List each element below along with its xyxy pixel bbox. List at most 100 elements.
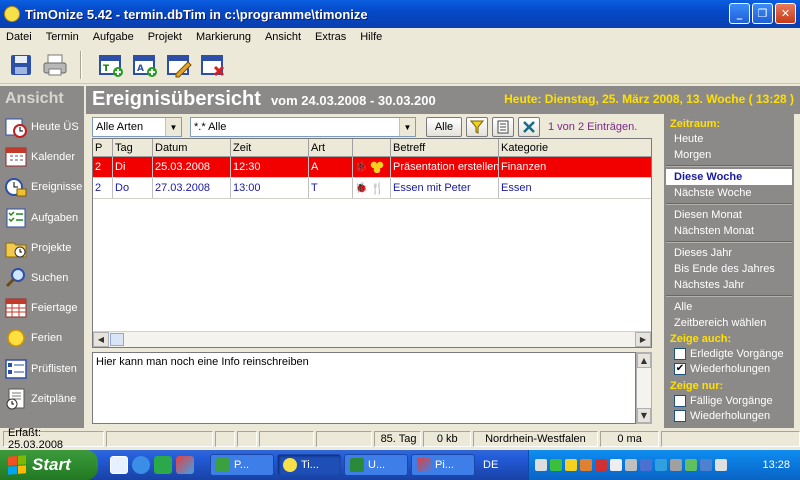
excel-icon[interactable]	[518, 117, 540, 137]
menu-hilfe[interactable]: Hilfe	[360, 31, 382, 43]
column-header-zeit[interactable]: Zeit	[231, 139, 309, 156]
tray-app-icon[interactable]	[640, 459, 652, 471]
save-icon[interactable]	[6, 50, 36, 80]
sidebar-item-kalender[interactable]: Kalender	[0, 142, 84, 172]
period-until-year-end[interactable]: Bis Ende des Jahres	[664, 261, 794, 277]
shield-icon[interactable]	[565, 459, 577, 471]
column-header-datum[interactable]: Datum	[153, 139, 231, 156]
menu-projekt[interactable]: Projekt	[148, 31, 182, 43]
print-icon[interactable]	[40, 50, 70, 80]
column-header-betreff[interactable]: Betreff	[391, 139, 499, 156]
info-textarea[interactable]: Hier kann man noch eine Info reinschreib…	[92, 352, 636, 424]
period-next-week[interactable]: Nächste Woche	[664, 185, 794, 201]
category-select[interactable]: *.* Alle ▼	[190, 117, 416, 137]
column-header-kategorie[interactable]: Kategorie	[499, 139, 651, 156]
delete-icon[interactable]	[198, 50, 228, 80]
period-choose-range[interactable]: Zeitbereich wählen	[664, 315, 794, 331]
menu-aufgabe[interactable]: Aufgabe	[93, 31, 134, 43]
close-button[interactable]: ✕	[775, 3, 796, 24]
timonize-icon[interactable]	[154, 456, 172, 474]
checkbox-checked[interactable]: ✔	[674, 362, 686, 375]
all-button[interactable]: Alle	[426, 117, 462, 137]
period-this-month[interactable]: Diesen Monat	[664, 207, 794, 223]
new-task-icon[interactable]: A	[130, 50, 160, 80]
chevron-down-icon[interactable]: ▼	[165, 118, 181, 136]
show-only-recurrences-checkbox[interactable]: Wiederholungen	[664, 408, 794, 423]
tray-app-icon[interactable]	[670, 459, 682, 471]
tray-app-icon[interactable]	[595, 459, 607, 471]
sidebar-item-aufgaben[interactable]: Aufgaben	[0, 203, 84, 233]
column-header-p[interactable]: P	[93, 139, 113, 156]
sidebar-item-ereignisse[interactable]: Ereignisse	[0, 172, 84, 202]
start-button[interactable]: Start	[0, 450, 98, 480]
scroll-left-icon[interactable]: ◀	[93, 332, 109, 347]
sidebar-item-feiertage[interactable]: Feiertage	[0, 293, 84, 323]
sidebar-item-zeitplaene[interactable]: Zeitpläne	[0, 384, 84, 414]
tray-app-icon[interactable]	[715, 459, 727, 471]
menu-extras[interactable]: Extras	[315, 31, 346, 43]
window-title: TimOnize 5.42 - termin.dbTim in c:\progr…	[25, 6, 368, 22]
tray-app-icon[interactable]	[625, 459, 637, 471]
tray-app-icon[interactable]	[700, 459, 712, 471]
period-next-month[interactable]: Nächsten Monat	[664, 223, 794, 239]
period-this-week[interactable]: Diese Woche	[666, 169, 792, 185]
sidebar-item-suchen[interactable]: Suchen	[0, 263, 84, 293]
scroll-up-icon[interactable]: ▲	[637, 353, 651, 368]
show-completed-checkbox[interactable]: Erledigte Vorgänge	[664, 346, 794, 361]
vertical-scrollbar[interactable]: ▲ ▼	[636, 352, 652, 424]
checkbox[interactable]	[674, 347, 686, 360]
volume-icon[interactable]	[610, 459, 622, 471]
quicklaunch-icon[interactable]	[110, 456, 128, 474]
period-tomorrow[interactable]: Morgen	[664, 147, 794, 163]
column-header-tag[interactable]: Tag	[113, 139, 153, 156]
cell-datum: 25.03.2008	[153, 157, 231, 177]
network-icon[interactable]	[535, 459, 547, 471]
period-all[interactable]: Alle	[664, 299, 794, 315]
menu-datei[interactable]: Datei	[6, 31, 32, 43]
edit-icon[interactable]	[164, 50, 194, 80]
scroll-down-icon[interactable]: ▼	[637, 408, 651, 423]
show-due-checkbox[interactable]: Fällige Vorgänge	[664, 393, 794, 408]
cell-kategorie: Essen	[501, 182, 532, 194]
sidebar-item-projekte[interactable]: Projekte	[0, 233, 84, 263]
clock[interactable]: 13:28	[762, 459, 790, 471]
column-header-art[interactable]: Art	[309, 139, 353, 156]
language-indicator[interactable]: DE	[483, 459, 509, 471]
period-next-year[interactable]: Nächstes Jahr	[664, 277, 794, 293]
tray-app-icon[interactable]	[685, 459, 697, 471]
checkbox[interactable]	[674, 409, 686, 422]
menu-markierung[interactable]: Markierung	[196, 31, 251, 43]
list-icon[interactable]	[492, 117, 514, 137]
task-button[interactable]: Pi...	[411, 454, 475, 476]
menu-termin[interactable]: Termin	[46, 31, 79, 43]
sidebar-item-pruflisten[interactable]: Prüflisten	[0, 354, 84, 384]
new-appointment-icon[interactable]: T	[96, 50, 126, 80]
tray-app-icon[interactable]	[655, 459, 667, 471]
table-row[interactable]: 2 Do 27.03.2008 13:00 T 🐞 🍴 Essen mit Pe…	[93, 178, 651, 199]
filter-icon[interactable]	[466, 117, 488, 137]
table-row[interactable]: 2 Di 25.03.2008 12:30 A 🐞 Präsentation e…	[93, 157, 651, 178]
chevron-down-icon[interactable]: ▼	[399, 118, 415, 136]
signal-icon[interactable]	[550, 459, 562, 471]
horizontal-scrollbar[interactable]: ◀ ▶	[93, 331, 651, 347]
view-header: Ereignisübersicht vom 24.03.2008 - 30.03…	[86, 86, 800, 114]
menu-ansicht[interactable]: Ansicht	[265, 31, 301, 43]
checkbox[interactable]	[674, 394, 686, 407]
period-this-year[interactable]: Dieses Jahr	[664, 245, 794, 261]
period-today[interactable]: Heute	[664, 131, 794, 147]
task-button[interactable]: U...	[344, 454, 408, 476]
minimize-button[interactable]: _	[729, 3, 750, 24]
sidebar-item-ferien[interactable]: Ferien	[0, 323, 84, 353]
task-button[interactable]: P...	[210, 454, 274, 476]
media-icon[interactable]	[176, 456, 194, 474]
tray-app-icon[interactable]	[580, 459, 592, 471]
restore-button[interactable]: ❐	[752, 3, 773, 24]
type-select[interactable]: Alle Arten ▼	[92, 117, 182, 137]
show-recurrences-checkbox[interactable]: ✔ Wiederholungen	[664, 361, 794, 376]
column-header-icons[interactable]	[353, 139, 391, 156]
sidebar-item-heute[interactable]: Heute ÜS	[0, 112, 84, 142]
scroll-right-icon[interactable]: ▶	[635, 332, 651, 347]
task-button[interactable]: Ti...	[277, 454, 341, 476]
ie-icon[interactable]	[132, 456, 150, 474]
scroll-thumb[interactable]	[110, 333, 124, 346]
